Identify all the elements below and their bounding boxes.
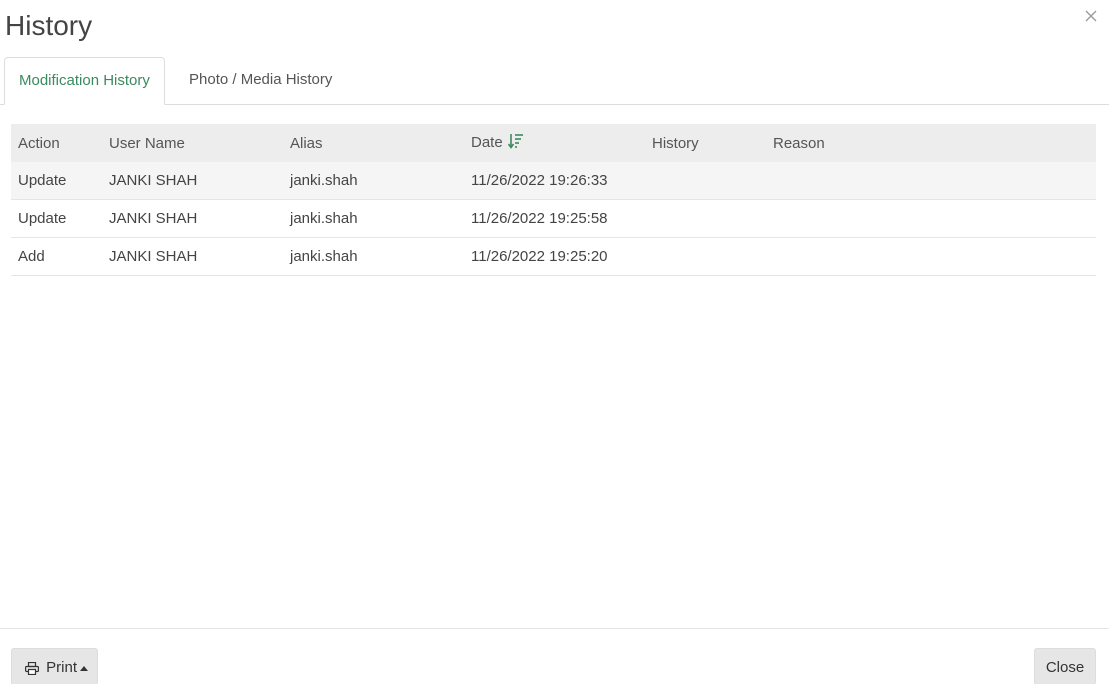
cell-user-name: JANKI SHAH [102, 162, 283, 200]
cell-action: Update [11, 162, 102, 200]
column-header-label: Date [471, 133, 503, 151]
cell-user-name: JANKI SHAH [102, 237, 283, 276]
cell-date: 11/26/2022 19:26:33 [464, 162, 645, 200]
column-header-action[interactable]: Action [11, 124, 102, 162]
close-icon[interactable] [1081, 6, 1101, 26]
history-table-container: Action User Name Alias Date History Reas… [11, 124, 1096, 276]
column-header-alias[interactable]: Alias [283, 124, 464, 162]
cell-history [645, 199, 766, 238]
history-dialog: History Modification History Photo / Med… [0, 0, 1109, 684]
table-row[interactable]: Update JANKI SHAH janki.shah 11/26/2022 … [11, 162, 1096, 200]
column-header-label: Action [18, 134, 60, 152]
cell-action: Add [11, 237, 102, 276]
column-header-label: History [652, 134, 699, 152]
dialog-title: History [5, 10, 93, 41]
table-row[interactable]: Add JANKI SHAH janki.shah 11/26/2022 19:… [11, 237, 1096, 276]
cell-reason [766, 199, 1096, 238]
cell-history [645, 162, 766, 200]
caret-up-icon [80, 665, 88, 671]
column-header-user-name[interactable]: User Name [102, 124, 283, 162]
cell-alias: janki.shah [283, 237, 464, 276]
sort-descending-icon [507, 133, 524, 153]
column-header-reason[interactable]: Reason [766, 124, 1096, 162]
cell-history [645, 237, 766, 276]
column-header-label: Alias [290, 134, 323, 152]
column-header-history[interactable]: History [645, 124, 766, 162]
tab-modification-history[interactable]: Modification History [4, 57, 165, 105]
cell-date: 11/26/2022 19:25:20 [464, 237, 645, 276]
table-header-row: Action User Name Alias Date History Reas… [11, 124, 1096, 162]
table-row[interactable]: Update JANKI SHAH janki.shah 11/26/2022 … [11, 199, 1096, 238]
column-header-label: Reason [773, 134, 825, 152]
history-table: Action User Name Alias Date History Reas… [11, 124, 1096, 276]
column-header-label: User Name [109, 134, 185, 152]
print-button[interactable]: Print [11, 648, 98, 684]
tab-bar: Modification History Photo / Media Histo… [0, 57, 1109, 105]
cell-alias: janki.shah [283, 199, 464, 238]
print-button-label: Print [46, 659, 77, 676]
printer-icon [24, 659, 46, 676]
tab-photo-media-history[interactable]: Photo / Media History [175, 57, 346, 104]
cell-user-name: JANKI SHAH [102, 199, 283, 238]
dialog-footer: Print Close [0, 628, 1109, 684]
cell-action: Update [11, 199, 102, 238]
column-header-date[interactable]: Date [464, 124, 645, 162]
cell-reason [766, 237, 1096, 276]
cell-alias: janki.shah [283, 162, 464, 200]
cell-date: 11/26/2022 19:25:58 [464, 199, 645, 238]
cell-reason [766, 162, 1096, 200]
close-button[interactable]: Close [1034, 648, 1096, 684]
